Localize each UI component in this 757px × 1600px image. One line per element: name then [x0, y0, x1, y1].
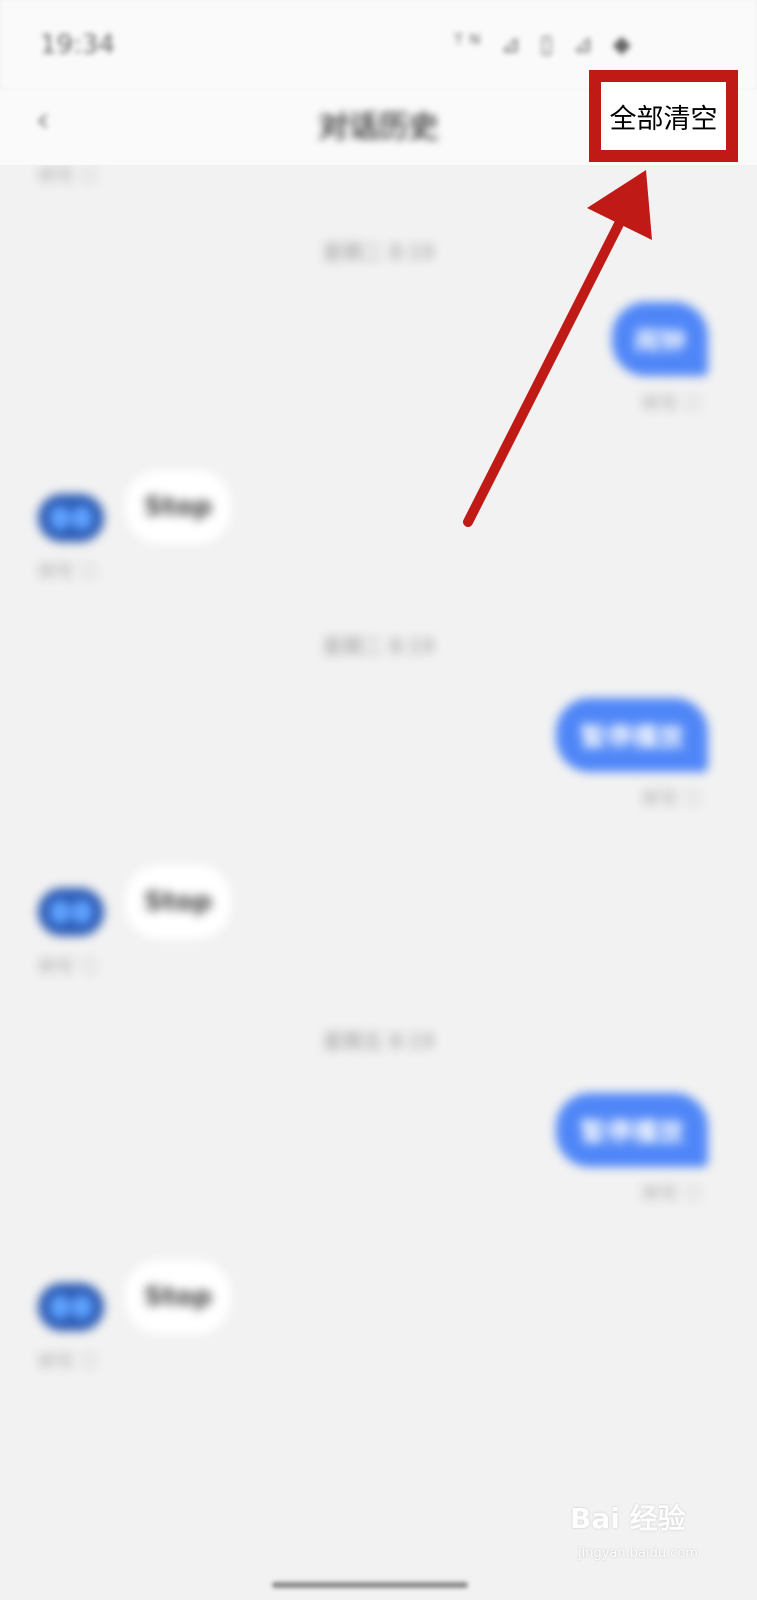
home-indicator[interactable]	[272, 1582, 468, 1588]
annotation-arrow	[463, 170, 652, 527]
watermark-url: jingyan.baidu.com	[578, 1546, 698, 1561]
arrow-shaft	[463, 213, 627, 527]
watermark-logo: Bai 经验	[570, 1502, 686, 1535]
